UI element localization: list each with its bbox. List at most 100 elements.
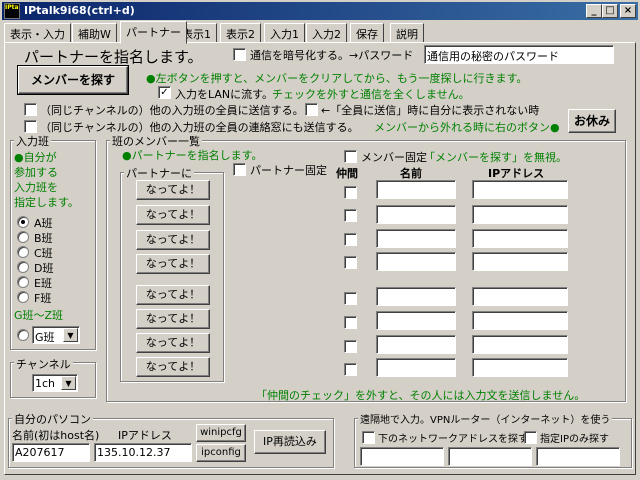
- member-name-2[interactable]: [376, 205, 456, 224]
- my-pc-title: 自分のパソコン: [12, 411, 93, 427]
- lan-send-label: 入力をLANに流す。: [175, 88, 274, 101]
- remote-field-3[interactable]: [536, 447, 620, 466]
- team-radio-c[interactable]: [17, 246, 29, 258]
- tab-assist-w[interactable]: 補助W: [72, 23, 117, 43]
- col-header-name: 名前: [400, 167, 422, 180]
- title-bar[interactable]: IPtalk IPtalk9i68(ctrl+d) _ □ ×: [2, 2, 638, 20]
- member-ip-4[interactable]: [472, 252, 568, 271]
- find-members-hint: ●左ボタンを押すと、メンバーをクリアしてから、もう一度探しに行きます。: [146, 72, 528, 85]
- team-radio-d[interactable]: [17, 261, 29, 273]
- search-network-checkbox[interactable]: [362, 431, 375, 444]
- input-team-hint-2: 参加する: [14, 166, 58, 179]
- ip-reload-button[interactable]: IP再読込み: [254, 430, 326, 454]
- member-ip-1[interactable]: [472, 180, 568, 199]
- tab-help[interactable]: 説明: [390, 23, 424, 43]
- member-ip-8[interactable]: [472, 358, 568, 377]
- member-name-8[interactable]: [376, 358, 456, 377]
- team-label-f: F班: [34, 292, 52, 305]
- minimize-button[interactable]: _: [586, 4, 602, 18]
- encrypt-checkbox[interactable]: [233, 48, 246, 61]
- team-gz-select[interactable]: G班 ▼: [32, 326, 80, 344]
- team-label-d: D班: [34, 262, 54, 275]
- input-team-hint-1: ●自分が: [14, 151, 57, 164]
- member-check-5[interactable]: [344, 292, 357, 305]
- member-check-8[interactable]: [344, 363, 357, 376]
- partner-button-2[interactable]: なってよ！: [136, 205, 210, 225]
- send-all-checkbox[interactable]: [24, 103, 37, 116]
- member-ip-2[interactable]: [472, 205, 568, 224]
- password-field[interactable]: 通信用の秘密のパスワード: [424, 45, 614, 64]
- partner-fixed-label: パートナー固定: [250, 164, 327, 177]
- ipconfig-button[interactable]: ipconfig: [196, 444, 246, 462]
- partner-button-3[interactable]: なってよ！: [136, 230, 210, 250]
- chevron-down-icon[interactable]: ▼: [61, 376, 76, 390]
- member-name-3[interactable]: [376, 229, 456, 248]
- member-ip-5[interactable]: [472, 287, 568, 306]
- my-pc-name-field[interactable]: A207617: [12, 443, 90, 462]
- member-check-7[interactable]: [344, 340, 357, 353]
- team-members-footer-hint: 「仲間のチェック」を外すと、その人には入力文を送信しません。: [256, 389, 586, 402]
- lan-send-hint: チェックを外すと通信を全くしません。: [272, 88, 470, 101]
- partner-button-1[interactable]: なってよ！: [136, 180, 210, 200]
- team-radio-e[interactable]: [17, 276, 29, 288]
- remote-field-2[interactable]: [448, 447, 532, 466]
- team-label-b: B班: [34, 232, 53, 245]
- partner-fixed-checkbox[interactable]: [233, 163, 246, 176]
- contact-window-checkbox[interactable]: [24, 120, 37, 133]
- my-pc-ip-field[interactable]: 135.10.12.37: [94, 443, 192, 462]
- partner-button-4[interactable]: なってよ！: [136, 254, 210, 274]
- partner-button-5[interactable]: なってよ！: [136, 285, 210, 305]
- lan-send-checkbox[interactable]: ✓: [158, 86, 171, 99]
- member-fixed-hint: 「メンバーを探す」を無視。: [424, 151, 567, 164]
- member-fixed-checkbox[interactable]: [344, 150, 357, 163]
- close-button[interactable]: ×: [620, 4, 636, 18]
- col-header-ip: IPアドレス: [488, 167, 545, 180]
- tab-partner[interactable]: パートナー: [120, 21, 187, 44]
- channel-select[interactable]: 1ch ▼: [32, 374, 78, 392]
- my-pc-ip-label: IPアドレス: [118, 429, 172, 442]
- member-name-7[interactable]: [376, 335, 456, 354]
- partner-button-6[interactable]: なってよ！: [136, 309, 210, 329]
- member-check-1[interactable]: [344, 186, 357, 199]
- member-check-6[interactable]: [344, 316, 357, 329]
- team-label-a: A班: [34, 217, 53, 230]
- partner-button-7[interactable]: なってよ！: [136, 333, 210, 353]
- member-check-3[interactable]: [344, 233, 357, 246]
- find-members-button[interactable]: メンバーを探す: [17, 65, 129, 95]
- maximize-button[interactable]: □: [602, 4, 618, 18]
- tab-save[interactable]: 保存: [350, 23, 384, 43]
- partner-group-title: パートナーに: [124, 165, 194, 181]
- channel-title: チャンネル: [14, 356, 73, 372]
- team-radio-f[interactable]: [17, 291, 29, 303]
- member-check-2[interactable]: [344, 209, 357, 222]
- team-radio-gz[interactable]: [17, 329, 29, 341]
- team-radio-a[interactable]: [17, 216, 29, 228]
- remote-field-1[interactable]: [360, 447, 444, 466]
- member-ip-3[interactable]: [472, 229, 568, 248]
- winipcfg-button[interactable]: winipcfg: [196, 424, 246, 442]
- tab-input1[interactable]: 入力1: [264, 23, 305, 43]
- tab-display-input[interactable]: 表示・入力: [4, 23, 71, 43]
- member-ip-7[interactable]: [472, 335, 568, 354]
- team-gz-value: G班: [35, 331, 55, 344]
- member-name-4[interactable]: [376, 252, 456, 271]
- partner-button-8[interactable]: なってよ！: [136, 357, 210, 377]
- col-header-nakama: 仲間: [336, 167, 358, 180]
- chevron-down-icon[interactable]: ▼: [63, 328, 78, 342]
- search-network-label: 下のネットワークアドレスを探す: [378, 434, 528, 445]
- page-heading: パートナーを指名します。: [24, 48, 203, 66]
- member-name-5[interactable]: [376, 287, 456, 306]
- self-display-checkbox[interactable]: [305, 103, 318, 116]
- member-name-1[interactable]: [376, 180, 456, 199]
- app-icon[interactable]: IPtalk: [4, 3, 20, 19]
- input-team-hint-4: 指定します。: [14, 196, 79, 209]
- member-check-4[interactable]: [344, 256, 357, 269]
- team-radio-b[interactable]: [17, 231, 29, 243]
- only-ip-checkbox[interactable]: [524, 431, 537, 444]
- tab-display2[interactable]: 表示2: [220, 23, 261, 43]
- tab-input2[interactable]: 入力2: [306, 23, 347, 43]
- only-ip-label: 指定IPのみ探す: [540, 434, 609, 445]
- member-ip-6[interactable]: [472, 311, 568, 330]
- member-name-6[interactable]: [376, 311, 456, 330]
- rest-button[interactable]: お休み: [568, 109, 616, 133]
